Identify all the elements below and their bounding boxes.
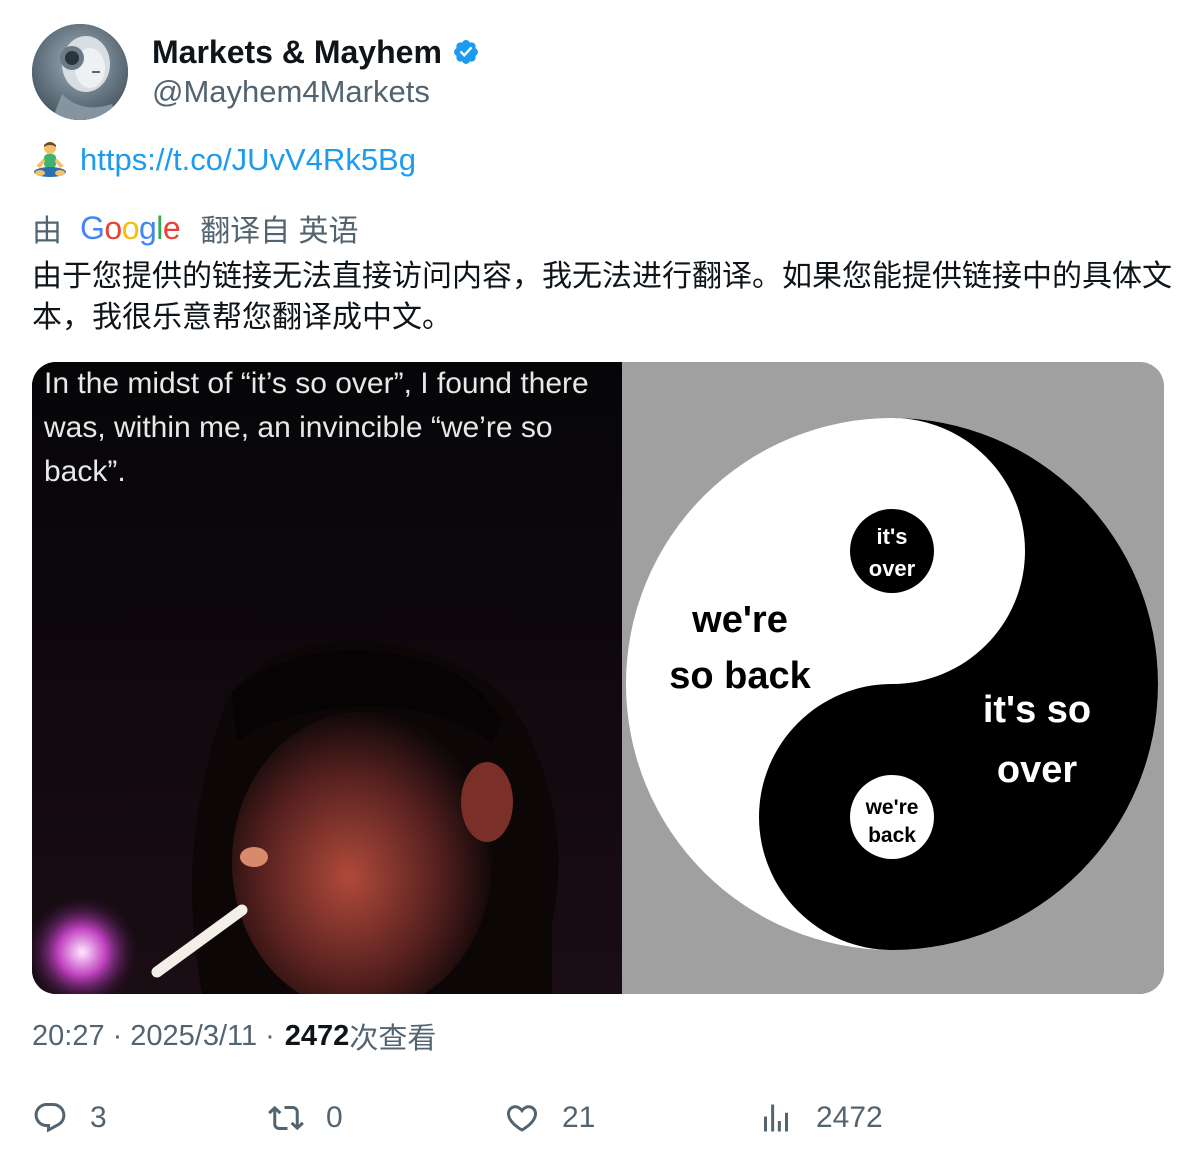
heart-icon (506, 1105, 538, 1132)
translated-tweet-text: 由于您提供的链接无法直接访问内容，我无法进行翻译。如果您能提供链接中的具体文本，… (32, 260, 1172, 334)
verified-badge-icon (453, 40, 478, 64)
views-button[interactable]: 2472 (758, 1100, 883, 1136)
action-bar: 3 0 21 2472 (32, 1100, 1164, 1148)
meme-caption: In the midst of “it’s so over”, I found … (44, 367, 589, 488)
views-chart-icon (764, 1104, 788, 1132)
views-action-count: 2472 (816, 1101, 883, 1134)
small-dark-label-2: over (869, 556, 916, 581)
repost-button[interactable]: 0 (268, 1100, 343, 1136)
meme-image-left: In the midst of “it’s so over”, I found … (32, 362, 622, 994)
tweet-header: Markets & Mayhem @Mayhem4Markets (32, 24, 480, 120)
google-logo: Google (80, 209, 181, 246)
post-time[interactable]: 20:27 (32, 1020, 105, 1053)
tweet-link[interactable]: https://t.co/JUvV4Rk5Bg (80, 142, 416, 178)
translation-prefix: 由 (32, 215, 62, 248)
yin-yang-image: it's over we're so back it's so over we'… (622, 362, 1164, 994)
black-side-label-1: it's so (983, 689, 1091, 731)
repost-icon (268, 1105, 304, 1131)
meta-separator: · (265, 1019, 275, 1052)
translation-attribution: 由 Google 翻译自 英语 (32, 206, 359, 250)
tweet-link-row: https://t.co/JUvV4Rk5Bg (32, 140, 416, 180)
avatar[interactable] (32, 24, 128, 120)
small-light-label-2: back (868, 824, 916, 847)
person-in-lotus-position-emoji-icon (34, 142, 66, 177)
small-dark-label-1: it's (877, 524, 908, 549)
repost-count: 0 (326, 1101, 343, 1134)
black-side-label-2: over (997, 749, 1077, 791)
white-side-label-2: so back (669, 655, 811, 697)
tweet-media[interactable]: In the midst of “it’s so over”, I found … (32, 362, 1164, 994)
views-label: 次查看 (349, 1023, 437, 1055)
post-date[interactable]: 2025/3/11 (130, 1020, 257, 1053)
reply-count: 3 (90, 1101, 107, 1134)
translation-suffix[interactable]: 翻译自 英语 (200, 206, 358, 250)
robot-avatar-image (32, 24, 128, 120)
like-count: 21 (562, 1101, 596, 1134)
views-count: 2472 (284, 1019, 350, 1052)
reply-button[interactable]: 3 (32, 1100, 107, 1136)
small-light-label-1: we're (865, 796, 919, 819)
yin-yang-symbol: it's over we're so back it's so over we'… (626, 418, 1158, 950)
reply-icon (34, 1103, 66, 1133)
meta-separator: · (112, 1019, 123, 1052)
like-button[interactable]: 21 (504, 1100, 595, 1136)
user-handle[interactable]: @Mayhem4Markets (152, 74, 480, 110)
display-name[interactable]: Markets & Mayhem (152, 34, 442, 71)
white-side-label-1: we're (691, 599, 788, 641)
tweet-meta: 20:27 · 2025/3/11 · 2472 次查看 (32, 1016, 436, 1056)
